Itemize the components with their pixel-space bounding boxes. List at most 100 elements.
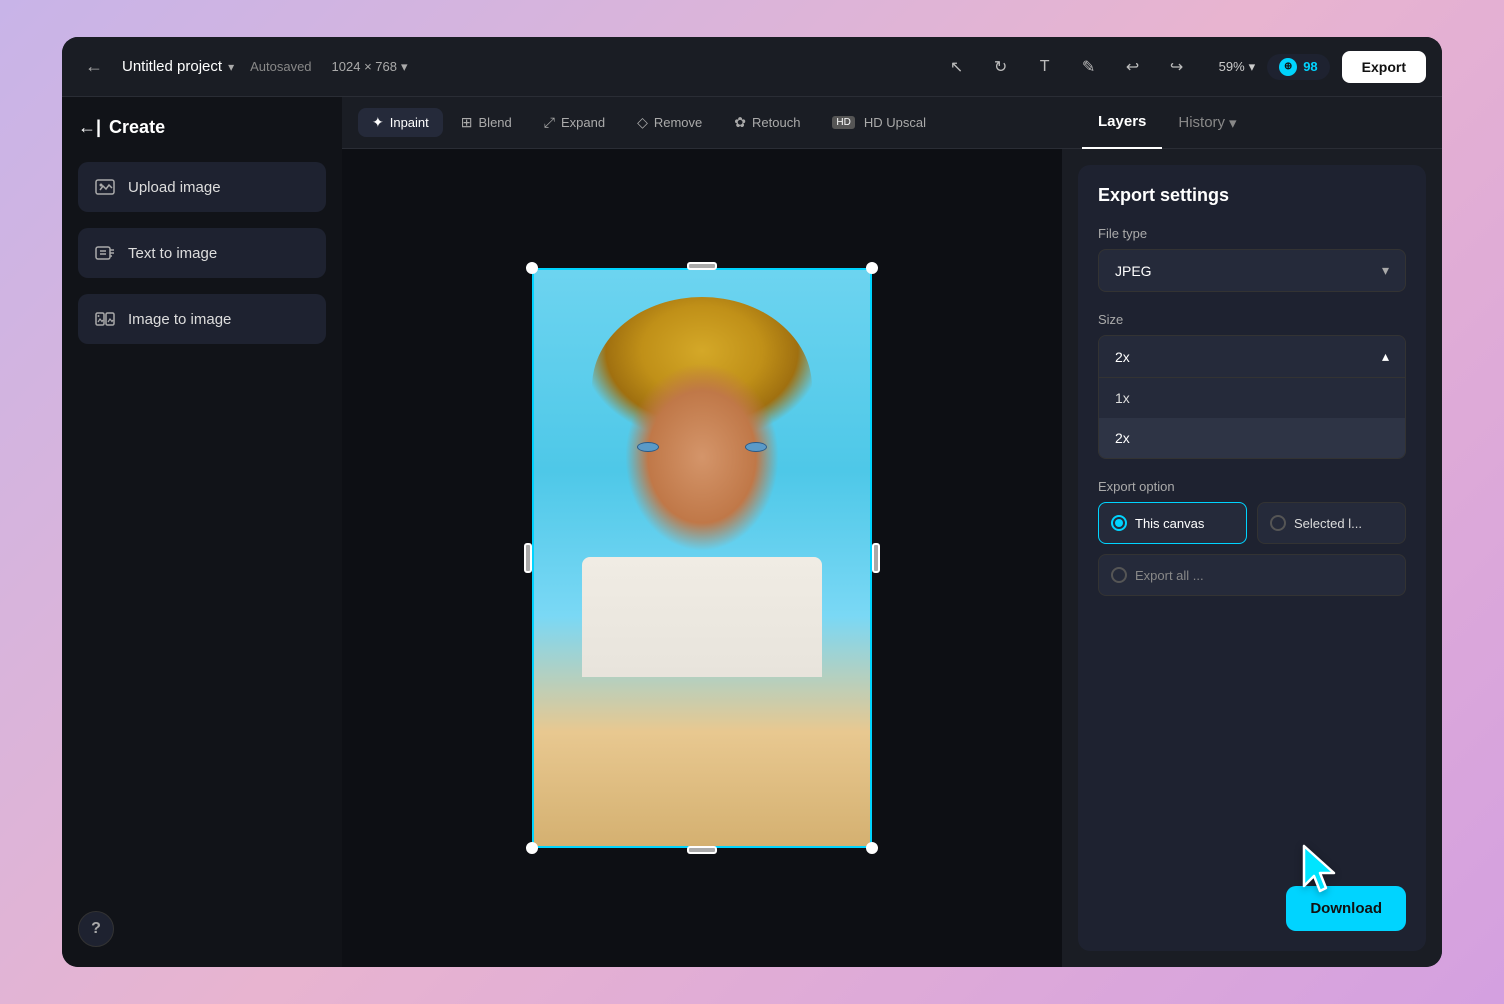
image-to-image-label: Image to image — [128, 311, 231, 328]
tab-layers[interactable]: Layers — [1082, 97, 1162, 149]
this-canvas-radio — [1111, 515, 1127, 531]
handle-top-right[interactable] — [866, 262, 878, 274]
sidebar-title: Create — [109, 117, 165, 138]
canvas-area: ✦ Inpaint ⊞ Blend ⤢ Expand ◇ Remove ✿ — [342, 97, 1062, 967]
credits-value: 98 — [1303, 59, 1317, 74]
dimensions-chevron: ▾ — [401, 59, 408, 75]
cursor-pointer — [1296, 841, 1346, 901]
handle-top-left[interactable] — [526, 262, 538, 274]
size-select-header[interactable]: 2x ▴ — [1099, 336, 1405, 377]
text-tool-button[interactable]: T — [1031, 53, 1059, 81]
sidebar-back-icon: ←| — [78, 117, 101, 138]
zoom-value: 59% — [1219, 59, 1245, 74]
tab-blend[interactable]: ⊞ Blend — [447, 108, 526, 137]
text-to-image-label: Text to image — [128, 245, 217, 262]
upload-image-icon — [94, 176, 116, 198]
back-button[interactable]: ← — [78, 51, 110, 83]
export-option-label: Export option — [1098, 479, 1406, 494]
tab-remove[interactable]: ◇ Remove — [623, 108, 716, 137]
file-type-select[interactable]: JPEG ▾ — [1098, 249, 1406, 292]
selected-option[interactable]: Selected l... — [1257, 502, 1406, 544]
history-chevron: ▾ — [1229, 114, 1237, 132]
size-2x-label: 2x — [1115, 430, 1130, 446]
project-dropdown-icon: ▾ — [228, 60, 234, 74]
layers-tab-label: Layers — [1098, 113, 1146, 130]
handle-bottom-left[interactable] — [526, 842, 538, 854]
export-button[interactable]: Export — [1342, 51, 1426, 83]
tab-inpaint-label: Inpaint — [390, 115, 429, 130]
app-window: ← Untitled project ▾ Autosaved 1024 × 76… — [62, 37, 1442, 967]
right-eye — [745, 442, 767, 452]
dimensions-selector[interactable]: 1024 × 768 ▾ — [332, 59, 408, 75]
panel-header: Layers History ▾ — [1062, 97, 1442, 149]
tab-retouch[interactable]: ✿ Retouch — [720, 108, 814, 137]
tab-expand[interactable]: ⤢ Expand — [530, 108, 619, 137]
credits-display: ⊕ 98 — [1267, 54, 1329, 80]
upload-image-label: Upload image — [128, 179, 221, 196]
help-button[interactable]: ? — [78, 911, 114, 947]
size-1x-label: 1x — [1115, 390, 1130, 406]
credit-icon: ⊕ — [1279, 58, 1297, 76]
export-all-option[interactable]: Export all ... — [1098, 554, 1406, 596]
handle-bottom-right[interactable] — [866, 842, 878, 854]
download-row: Download — [1098, 886, 1406, 931]
text-to-image-icon — [94, 242, 116, 264]
size-field: Size 2x ▴ 1x 2x — [1098, 312, 1406, 459]
undo-button[interactable]: ↩ — [1119, 53, 1147, 81]
size-current-value: 2x — [1115, 349, 1130, 365]
canvas-image — [532, 268, 872, 848]
sidebar: ←| Create Upload image — [62, 97, 342, 967]
tab-upscal-label: HD Upscal — [864, 115, 926, 130]
redo-button[interactable]: ↪ — [1163, 53, 1191, 81]
export-settings-panel: Export settings File type JPEG ▾ Size 2x — [1078, 165, 1426, 951]
tab-inpaint[interactable]: ✦ Inpaint — [358, 108, 443, 137]
handle-bottom-mid[interactable] — [687, 846, 717, 854]
tool-toolbar: ✦ Inpaint ⊞ Blend ⤢ Expand ◇ Remove ✿ — [342, 97, 1062, 149]
size-option-2x[interactable]: 2x — [1099, 418, 1405, 458]
remove-icon: ◇ — [637, 114, 648, 131]
handle-top-mid[interactable] — [687, 262, 717, 270]
this-canvas-option[interactable]: This canvas — [1098, 502, 1247, 544]
handle-mid-left[interactable] — [524, 543, 532, 573]
main-content: ←| Create Upload image — [62, 97, 1442, 967]
tab-history[interactable]: History ▾ — [1162, 97, 1252, 149]
select-tool-button[interactable]: ↖ — [943, 53, 971, 81]
size-dropdown: 2x ▴ 1x 2x — [1098, 335, 1406, 459]
tab-remove-label: Remove — [654, 115, 702, 130]
file-type-field: File type JPEG ▾ — [1098, 226, 1406, 292]
retouch-icon: ✿ — [734, 114, 746, 131]
export-option-field: Export option This canvas Selected l... — [1098, 479, 1406, 596]
canvas-view[interactable] — [342, 149, 1062, 967]
person-figure — [582, 297, 822, 677]
upload-image-button[interactable]: Upload image — [78, 162, 326, 212]
this-canvas-label: This canvas — [1135, 516, 1204, 531]
export-settings-title: Export settings — [1098, 185, 1406, 206]
right-panel: Layers History ▾ Export settings File ty… — [1062, 97, 1442, 967]
expand-icon: ⤢ — [544, 114, 555, 131]
export-all-radio — [1111, 567, 1127, 583]
inpaint-icon: ✦ — [372, 114, 384, 131]
size-chevron-up: ▴ — [1382, 348, 1389, 365]
rotate-tool-button[interactable]: ↻ — [987, 53, 1015, 81]
tab-retouch-label: Retouch — [752, 115, 800, 130]
image-to-image-button[interactable]: Image to image — [78, 294, 326, 344]
text-to-image-button[interactable]: Text to image — [78, 228, 326, 278]
autosaved-status: Autosaved — [250, 59, 311, 74]
file-type-label: File type — [1098, 226, 1406, 241]
tool-buttons: ↖ ↻ T ✎ ↩ ↪ — [943, 53, 1191, 81]
size-option-1x[interactable]: 1x — [1099, 378, 1405, 418]
sidebar-header: ←| Create — [78, 117, 326, 138]
pen-tool-button[interactable]: ✎ — [1075, 53, 1103, 81]
dimensions-value: 1024 × 768 — [332, 59, 397, 74]
file-type-chevron: ▾ — [1382, 262, 1389, 279]
hd-badge: HD — [832, 116, 854, 129]
size-options-list: 1x 2x — [1099, 377, 1405, 458]
zoom-control[interactable]: 59% ▾ — [1219, 59, 1256, 75]
project-title-group[interactable]: Untitled project ▾ — [122, 58, 234, 75]
shirt — [582, 557, 822, 677]
file-type-value: JPEG — [1115, 263, 1152, 279]
handle-mid-right[interactable] — [872, 543, 880, 573]
tab-upscal[interactable]: HD HD Upscal — [818, 109, 940, 136]
export-all-label: Export all ... — [1135, 568, 1204, 583]
header: ← Untitled project ▾ Autosaved 1024 × 76… — [62, 37, 1442, 97]
